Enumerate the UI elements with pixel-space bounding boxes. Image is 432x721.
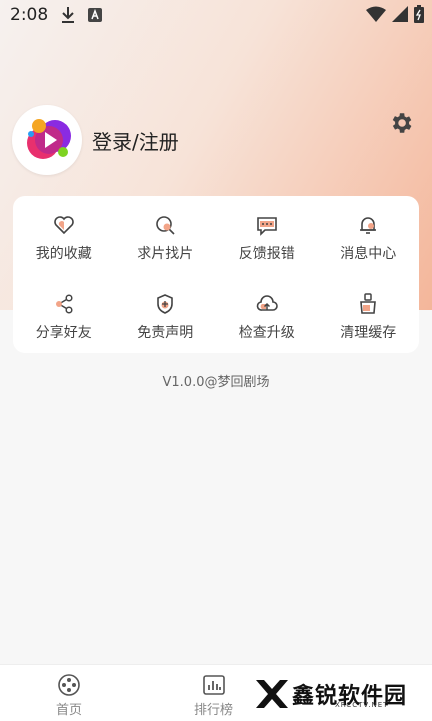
broom-icon [360,293,377,314]
menu-item-share[interactable]: 分享好友 [13,275,115,354]
feedback-icon [256,217,277,237]
app-notification-icon [88,8,103,22]
gear-icon[interactable] [388,110,414,136]
menu-card: 我的收藏 求片找片 反馈报错 消息中心 分享好友 免责声明 检查升级 清理缓存 [13,196,419,353]
menu-item-label: 求片找片 [137,246,194,263]
status-bar: 2:08 [0,0,432,30]
watermark-logo-icon [256,680,288,708]
app-logo-icon [27,119,71,159]
menu-item-label: 反馈报错 [238,246,295,263]
login-register-link[interactable]: 登录/注册 [92,126,179,155]
menu-item-label: 我的收藏 [35,246,92,263]
menu-item-label: 检查升级 [238,324,295,341]
menu-item-label: 分享好友 [35,324,92,341]
menu-item-label: 免责声明 [137,324,194,341]
share-icon [55,294,73,314]
menu-item-messages[interactable]: 消息中心 [318,196,420,275]
watermark: 鑫锐软件园 [252,668,432,720]
menu-item-label: 清理缓存 [340,324,397,341]
nav-home-label: 首页 [56,703,83,718]
cloud-upload-icon [256,294,278,311]
menu-item-feedback[interactable]: 反馈报错 [216,196,318,275]
nav-ranking-label: 排行榜 [194,703,234,718]
shield-icon [157,293,174,314]
wifi-icon [366,6,386,22]
signal-icon [392,6,408,22]
menu-item-check-update[interactable]: 检查升级 [216,275,318,354]
profile-section[interactable]: 登录/注册 [12,105,179,175]
download-icon [62,7,75,23]
battery-icon [414,5,424,23]
bell-icon [360,217,377,235]
menu-item-favorites[interactable]: 我的收藏 [13,196,115,275]
search-film-icon [156,216,175,235]
version-text: V1.0.0@梦回剧场 [162,375,270,390]
nav-home[interactable]: 首页 [56,673,82,718]
menu-item-disclaimer[interactable]: 免责声明 [115,275,217,354]
chart-icon [202,675,225,695]
nav-ranking[interactable]: 排行榜 [194,673,233,718]
status-time: 2:08 [10,5,49,25]
avatar[interactable] [12,105,82,175]
menu-item-label: 消息中心 [340,246,397,263]
watermark-subtext: XRCCTV.NET [335,701,389,709]
menu-item-request-film[interactable]: 求片找片 [115,196,217,275]
film-reel-icon [58,674,80,696]
menu-item-clear-cache[interactable]: 清理缓存 [318,275,420,354]
heart-icon [53,216,74,235]
